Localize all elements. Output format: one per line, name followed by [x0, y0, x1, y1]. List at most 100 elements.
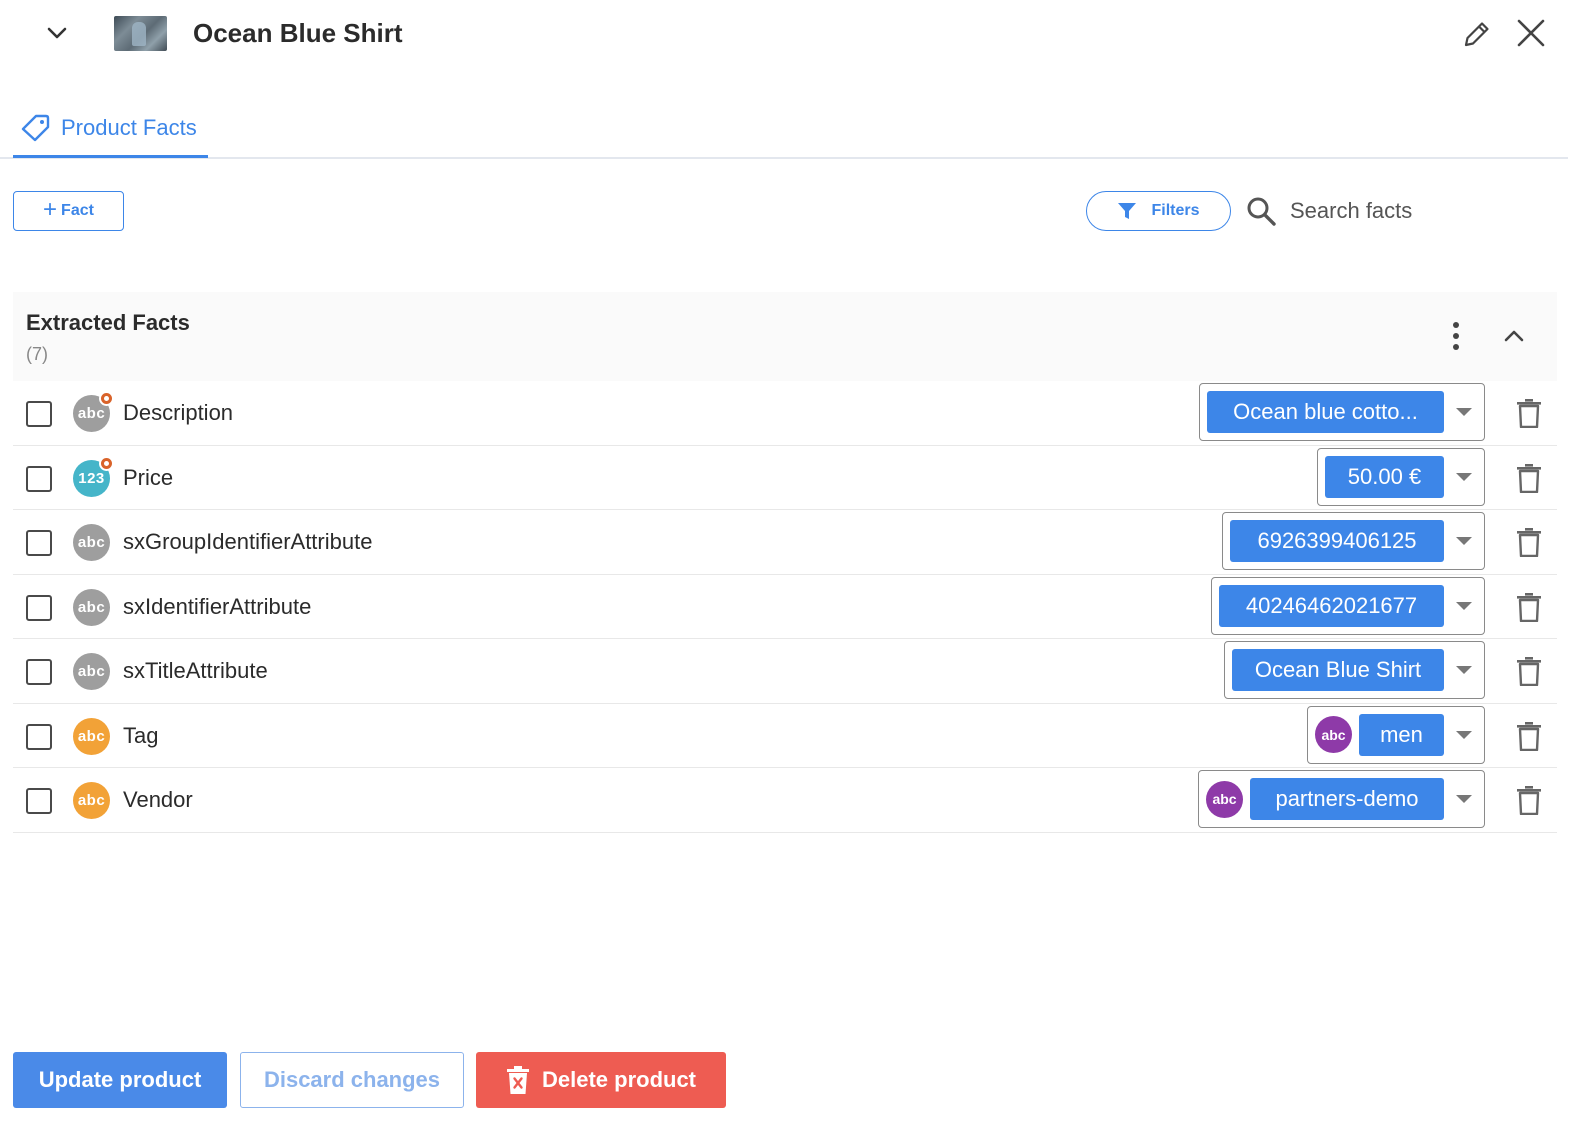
type-badge-label: 123: [78, 469, 105, 487]
modified-indicator-icon: [99, 391, 114, 406]
fact-checkbox[interactable]: [26, 788, 52, 814]
tag-icon: [21, 114, 50, 141]
fact-checkbox[interactable]: [26, 530, 52, 556]
trash-icon: [1517, 592, 1541, 622]
filters-button[interactable]: Filters: [1086, 191, 1231, 231]
fact-value-select[interactable]: abc men: [1307, 705, 1485, 764]
fact-row: abc Vendor abc partners-demo: [13, 768, 1557, 833]
fact-value-chip: 6926399406125: [1230, 520, 1444, 562]
type-badge-label: abc: [77, 405, 106, 422]
trash-icon: [1517, 463, 1541, 493]
type-badge-label: abc: [77, 727, 106, 745]
fact-value-select[interactable]: abc partners-demo: [1198, 770, 1485, 828]
fact-row: 123 Price 50.00 €: [13, 446, 1557, 510]
trash-icon: [1517, 528, 1541, 558]
facts-list: abc Description Ocean blue cotto... 123 Pric…: [13, 381, 1557, 833]
delete-fact-button[interactable]: [1516, 785, 1542, 816]
type-badge-label: abc: [77, 663, 106, 680]
fact-value-select[interactable]: Ocean Blue Shirt: [1224, 641, 1485, 699]
chevron-up-icon: [1504, 330, 1524, 342]
delete-fact-button[interactable]: [1516, 721, 1542, 751]
text-type-icon: abc: [73, 717, 110, 755]
fact-row: abc sxIdentifierAttribute 40246462021677: [13, 575, 1557, 639]
fact-value-select[interactable]: 40246462021677: [1211, 576, 1485, 635]
delete-fact-button[interactable]: [1516, 527, 1542, 558]
fact-value-chip: 50.00 €: [1325, 455, 1444, 498]
product-thumbnail: [114, 16, 167, 51]
fact-checkbox[interactable]: [26, 723, 52, 750]
text-type-icon: abc: [73, 524, 110, 561]
fact-name: Vendor: [123, 787, 193, 812]
caret-down-icon[interactable]: [1444, 649, 1484, 691]
section-header: Extracted Facts (7): [13, 292, 1557, 381]
fact-name: Price: [123, 464, 174, 490]
discard-changes-button[interactable]: Discard changes: [240, 1052, 464, 1108]
filter-icon: [1118, 203, 1137, 219]
fact-name: Tag: [123, 722, 159, 748]
fact-value-select[interactable]: 50.00 €: [1317, 447, 1485, 506]
fact-value-chip: partners-demo: [1250, 778, 1444, 820]
fact-value-chip: Ocean blue cotto...: [1207, 391, 1444, 433]
fact-checkbox[interactable]: [26, 659, 52, 685]
text-type-icon: abc: [73, 588, 110, 626]
fact-value-select[interactable]: Ocean blue cotto...: [1199, 383, 1485, 441]
fact-row: abc Description Ocean blue cotto...: [13, 381, 1557, 446]
fact-checkbox[interactable]: [26, 401, 52, 427]
tab-product-facts[interactable]: Product Facts: [13, 100, 208, 158]
fact-checkbox[interactable]: [26, 465, 52, 492]
search-icon: [1247, 197, 1276, 226]
section-title: Extracted Facts: [26, 310, 190, 335]
delete-fact-button[interactable]: [1516, 398, 1542, 429]
close-icon: [1517, 19, 1545, 47]
caret-down-icon[interactable]: [1444, 520, 1484, 562]
fact-name: sxGroupIdentifierAttribute: [123, 529, 373, 554]
edit-button[interactable]: [1460, 17, 1494, 51]
extracted-facts-section: Extracted Facts (7) abc Description Ocean …: [13, 292, 1557, 833]
delete-product-label: Delete product: [541, 1067, 697, 1092]
delete-product-button[interactable]: Delete product: [476, 1052, 726, 1108]
fact-name: sxTitleAttribute: [123, 658, 268, 683]
collapse-section-button[interactable]: [1499, 320, 1529, 352]
trash-icon: [1517, 657, 1541, 687]
fact-value-select[interactable]: 6926399406125: [1222, 512, 1485, 570]
panel-header: Ocean Blue Shirt: [0, 0, 1594, 70]
search-facts-input[interactable]: [1290, 192, 1540, 230]
delete-fact-button[interactable]: [1516, 592, 1542, 622]
type-badge-label: abc: [77, 792, 106, 809]
delete-fact-button[interactable]: [1516, 463, 1542, 493]
add-fact-button[interactable]: + Fact: [13, 191, 124, 231]
caret-down-icon[interactable]: [1444, 456, 1484, 498]
fact-name: Description: [123, 400, 234, 425]
caret-down-icon[interactable]: [1444, 391, 1484, 433]
tab-label: Product Facts: [61, 114, 197, 140]
modified-indicator-icon: [99, 455, 114, 471]
more-vertical-icon: [1453, 322, 1459, 350]
close-button[interactable]: [1514, 16, 1548, 50]
fact-value-chip: men: [1359, 713, 1444, 756]
trash-icon: [1517, 721, 1541, 751]
fact-row: abc sxTitleAttribute Ocean Blue Shirt: [13, 639, 1557, 704]
type-badge-label: abc: [77, 598, 106, 616]
update-product-button[interactable]: Update product: [13, 1052, 227, 1108]
caret-down-icon[interactable]: [1444, 585, 1484, 627]
trash-icon: [1517, 399, 1541, 429]
text-type-icon: abc: [73, 782, 110, 819]
fact-value-chip: Ocean Blue Shirt: [1232, 649, 1444, 691]
fact-row: abc sxGroupIdentifierAttribute 69263994061…: [13, 510, 1557, 575]
value-type-icon: abc: [1315, 716, 1352, 753]
trash-icon: [1517, 786, 1541, 816]
collapse-button[interactable]: [40, 18, 74, 48]
fact-checkbox[interactable]: [26, 594, 52, 621]
delete-fact-button[interactable]: [1516, 656, 1542, 687]
caret-down-icon[interactable]: [1444, 714, 1484, 756]
text-type-icon: abc: [73, 391, 114, 432]
text-type-icon: abc: [73, 653, 110, 690]
pencil-icon: [1464, 22, 1489, 47]
type-badge-label: abc: [77, 534, 106, 551]
more-options-button[interactable]: [1441, 320, 1471, 352]
fact-row: abc Tag abc men: [13, 704, 1557, 768]
add-fact-label: Fact: [61, 202, 94, 219]
chevron-down-icon: [47, 27, 67, 39]
value-type-icon: abc: [1206, 780, 1243, 818]
caret-down-icon[interactable]: [1444, 778, 1484, 820]
